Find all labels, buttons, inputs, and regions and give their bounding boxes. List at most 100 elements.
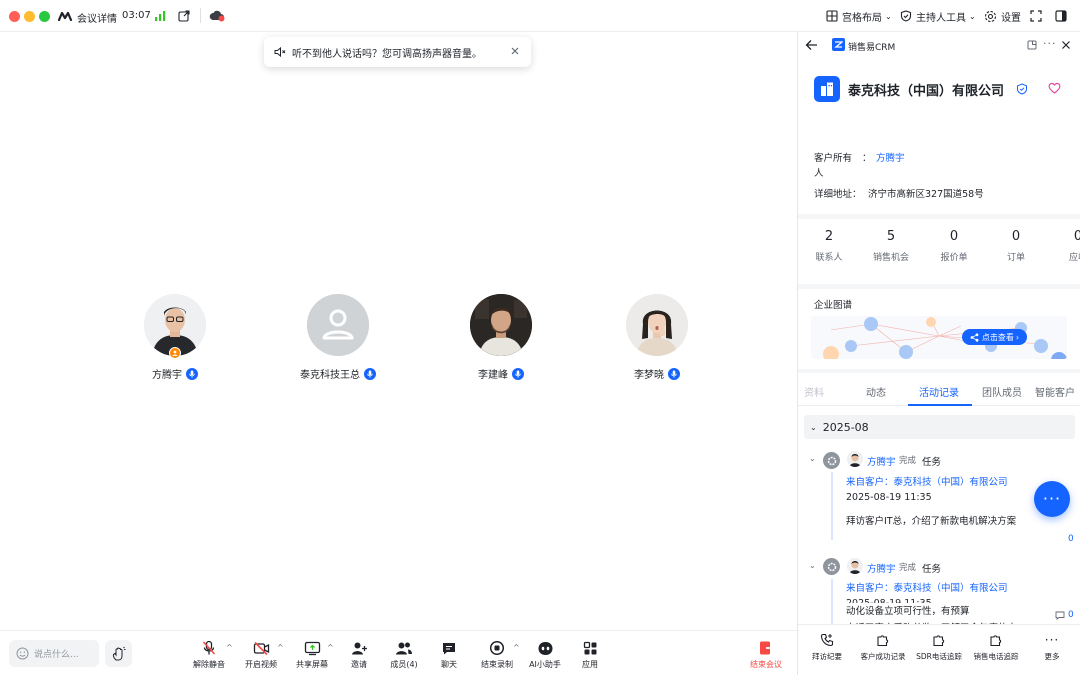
- stat-opportunities[interactable]: 5 销售机会: [866, 229, 916, 263]
- stat-contacts[interactable]: 2 联系人: [804, 229, 854, 263]
- footer-sdr-call[interactable]: SDR电话追踪: [911, 633, 967, 662]
- members-label: 成员(4): [390, 660, 418, 669]
- grid-layout-button[interactable]: 宫格布局 ⌄: [826, 8, 892, 24]
- close-icon[interactable]: [510, 46, 520, 56]
- chevron-up-icon[interactable]: ^: [277, 643, 284, 652]
- stat-receivables[interactable]: 0应收: [1053, 229, 1080, 263]
- activity-comment-count[interactable]: 0: [1068, 534, 1074, 544]
- chat-input[interactable]: 说点什么...: [9, 640, 99, 667]
- apps-label: 应用: [582, 660, 598, 669]
- graph-title: 企业图谱: [814, 300, 853, 311]
- tab-profile[interactable]: 资料: [804, 384, 824, 399]
- host-tools-button[interactable]: 主持人工具 ⌄: [900, 8, 976, 24]
- activity-content: 拜访客户IT总，介绍了新款电机解决方案: [846, 516, 1017, 527]
- panel-tabs: 资料 动态 活动记录 团队成员 智能客户: [798, 373, 1080, 406]
- owner-colon: ：: [862, 153, 872, 164]
- hand-icon: [112, 646, 125, 660]
- footer-sales-call[interactable]: 销售电话追踪: [968, 633, 1024, 662]
- ai-assistant-button[interactable]: AI小助手: [520, 639, 570, 671]
- meeting-details-link[interactable]: 会议详情: [77, 10, 117, 25]
- start-video-label: 开启视频: [245, 660, 277, 669]
- stat-orders[interactable]: 0 订单: [991, 229, 1041, 263]
- meeting-app: 会议详情 03:07 宫格布局 ⌄ 主持人工具 ⌄ 设置 听不到他人说话吗？您可…: [0, 0, 1080, 675]
- footer-more[interactable]: ··· 更多: [1024, 633, 1080, 662]
- owner-link[interactable]: 方腾宇: [876, 150, 905, 164]
- activity-source-link[interactable]: 来自客户：泰克科技（中国）有限公司: [846, 474, 1008, 488]
- timeline-connector: [831, 579, 833, 624]
- members-button[interactable]: 成员(4): [379, 639, 429, 671]
- back-arrow-icon[interactable]: [805, 39, 818, 51]
- sidebar-toggle-icon[interactable]: [1055, 10, 1067, 22]
- share-link-icon[interactable]: [178, 10, 190, 22]
- close-window-button[interactable]: [9, 11, 20, 22]
- chevron-up-icon[interactable]: ^: [513, 643, 520, 652]
- raise-hand-button[interactable]: [105, 640, 132, 667]
- titlebar-divider: [200, 8, 201, 23]
- chevron-up-icon[interactable]: ^: [226, 643, 233, 652]
- puzzle-icon: [933, 635, 945, 647]
- address-value: 济宁市高新区327国道58号: [868, 189, 984, 200]
- mic-off-icon: [202, 640, 216, 655]
- participant-tile[interactable]: 李建峰: [431, 294, 571, 384]
- stats-row: 2联系人 5销售机会 0报价单 0订单 0应收: [798, 219, 1080, 284]
- apps-button[interactable]: 应用: [565, 639, 615, 671]
- address-label: 详细地址：: [814, 189, 862, 200]
- emoji-icon[interactable]: [16, 647, 29, 660]
- crm-logo-icon: [832, 38, 845, 51]
- minimize-window-button[interactable]: [24, 11, 35, 22]
- fullscreen-icon[interactable]: [1030, 10, 1042, 22]
- stat-quotes[interactable]: 0 报价单: [929, 229, 979, 263]
- tab-activity[interactable]: 活动记录: [919, 384, 959, 399]
- toast-message: 听不到他人说话吗？您可调高扬声器音量。: [292, 48, 482, 60]
- activity-user-link[interactable]: 方腾宇: [867, 561, 896, 575]
- view-graph-button[interactable]: 点击查看 ›: [962, 329, 1027, 345]
- cloud-recording-icon[interactable]: [209, 9, 225, 22]
- host-badge-icon: [169, 347, 181, 359]
- invite-button[interactable]: 邀请: [334, 639, 384, 671]
- comment-icon: [1055, 611, 1065, 620]
- chat-button[interactable]: 聊天: [424, 639, 474, 671]
- chevron-up-icon[interactable]: ^: [327, 643, 334, 652]
- comment-count-button[interactable]: 0: [1055, 610, 1074, 620]
- more-options-icon[interactable]: ···: [1043, 37, 1057, 50]
- maximize-window-button[interactable]: [39, 11, 50, 22]
- popout-icon[interactable]: [1027, 40, 1037, 50]
- company-building-icon: [814, 76, 840, 102]
- participant-tile[interactable]: 泰克科技王总: [268, 294, 408, 384]
- chat-label: 聊天: [441, 660, 457, 669]
- speaker-muted-icon: [274, 46, 286, 58]
- footer-customer-success[interactable]: 客户成功记录: [855, 633, 911, 662]
- enterprise-graph-card: 企业图谱 点击查看 ›: [798, 289, 1080, 369]
- end-meeting-button[interactable]: 结束会议: [741, 639, 791, 671]
- mic-on-icon: [668, 367, 680, 380]
- tab-feed[interactable]: 动态: [866, 384, 886, 399]
- company-name: 泰克科技（中国）有限公司: [848, 84, 1005, 99]
- crm-side-panel: 销售易CRM ··· 泰克科技（中国）有限公司 客户所有 ： 人 方腾宇 详细地…: [797, 32, 1080, 675]
- month-group-header[interactable]: ⌄ 2025-08: [804, 415, 1075, 439]
- tab-team[interactable]: 团队成员: [982, 384, 1022, 399]
- participant-tile[interactable]: 方腾宇: [105, 294, 245, 384]
- signal-strength-icon: [155, 11, 167, 21]
- participant-tile[interactable]: 李梦晓: [587, 294, 727, 384]
- company-card: 泰克科技（中国）有限公司 客户所有 ： 人 方腾宇 详细地址： 济宁市高新区32…: [798, 59, 1080, 214]
- favorite-heart-icon[interactable]: [1048, 82, 1061, 94]
- chevron-down-icon[interactable]: ⌄: [809, 561, 816, 570]
- more-dots-icon: ···: [1044, 633, 1060, 647]
- activity-source-link[interactable]: 来自客户：泰克科技（中国）有限公司: [846, 580, 1008, 594]
- grid-icon: [826, 10, 838, 22]
- activity-user-link[interactable]: 方腾宇: [867, 454, 896, 468]
- graph-preview[interactable]: 点击查看 ›: [811, 316, 1067, 359]
- members-icon: [396, 642, 412, 654]
- puzzle-icon: [990, 635, 1002, 647]
- share-screen-label: 共享屏幕: [296, 660, 328, 669]
- unmute-label: 解除静音: [193, 660, 225, 669]
- avatar: [847, 558, 863, 574]
- close-panel-icon[interactable]: [1061, 40, 1071, 50]
- floating-more-button[interactable]: ···: [1034, 481, 1070, 517]
- view-graph-label: 点击查看: [981, 332, 1014, 342]
- footer-visit-notes[interactable]: 拜访纪要: [799, 633, 855, 662]
- chevron-down-icon[interactable]: ⌄: [809, 454, 816, 463]
- tab-smart-customer[interactable]: 智能客户: [1035, 384, 1075, 399]
- settings-button[interactable]: 设置: [984, 8, 1021, 24]
- task-icon: [823, 452, 840, 469]
